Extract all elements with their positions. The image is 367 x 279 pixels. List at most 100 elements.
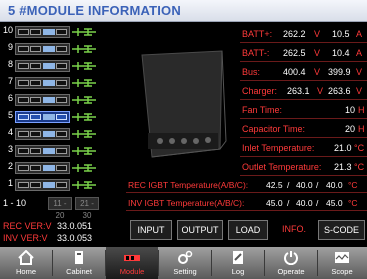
nav-operate[interactable]: Operate bbox=[265, 247, 317, 279]
module-number: 1 bbox=[7, 178, 13, 188]
capacitor-time-label: Capacitor Time: bbox=[242, 124, 306, 134]
scode-button[interactable]: S-CODE bbox=[318, 220, 365, 240]
charger-voltage-2-unit: V bbox=[356, 86, 363, 96]
nav-module[interactable]: Module bbox=[106, 247, 158, 279]
inv-igbt-unit: °C bbox=[348, 198, 358, 208]
pager-button-11-20[interactable]: 11 - 20 bbox=[48, 197, 72, 220]
nav-operate-label: Operate bbox=[277, 267, 305, 276]
charger-label: Charger: bbox=[242, 86, 278, 96]
connection-icon bbox=[72, 45, 96, 53]
batt-pos-current-unit: A bbox=[356, 29, 363, 39]
batt-neg-voltage: 262.5 bbox=[283, 48, 306, 58]
module-number: 7 bbox=[7, 76, 13, 86]
capacitor-time-value: 20 bbox=[345, 124, 356, 134]
batt-pos-row: BATT+: 262.2 V 10.5 A bbox=[240, 25, 367, 43]
nav-log[interactable]: Log bbox=[212, 247, 264, 279]
module-number: 8 bbox=[7, 59, 13, 69]
nav-log-label: Log bbox=[231, 267, 245, 276]
inv-igbt-a: 45.0 bbox=[266, 198, 283, 208]
fan-time-label: Fan Time: bbox=[242, 105, 283, 115]
inv-igbt-sep-1: / bbox=[287, 198, 290, 208]
nav-module-label: Module bbox=[119, 267, 145, 276]
module-number: 4 bbox=[7, 127, 13, 137]
outlet-temperature-value: 21.3 bbox=[334, 162, 352, 172]
nav-scope[interactable]: Scope bbox=[316, 247, 367, 279]
batt-neg-row: BATT-: 262.5 V 10.4 A bbox=[240, 44, 367, 62]
nav-scope-label: Scope bbox=[331, 267, 353, 276]
module-row[interactable]: 9 bbox=[0, 42, 102, 56]
home-icon bbox=[18, 250, 34, 265]
capacitor-time-row: Capacitor Time: 20 H bbox=[240, 120, 367, 138]
module-row-selected[interactable]: 5 bbox=[0, 110, 102, 124]
rec-igbt-sep-1: / bbox=[287, 180, 290, 190]
bus-voltage-2-unit: V bbox=[356, 67, 363, 77]
inlet-temperature-value: 21.0 bbox=[334, 143, 352, 153]
charger-voltage-2: 263.6 bbox=[328, 86, 351, 96]
module-icon bbox=[15, 94, 70, 106]
nav-setting-label: Setting bbox=[173, 267, 197, 276]
connection-icon bbox=[72, 130, 96, 138]
inlet-temperature-label: Inlet Temperature: bbox=[242, 143, 315, 153]
inv-igbt-label: INV IGBT Temperature(A/B/C): bbox=[128, 198, 245, 208]
nav-home[interactable]: Home bbox=[0, 247, 52, 279]
rec-igbt-row: REC IGBT Temperature(A/B/C): 42.5 / 40.0… bbox=[126, 176, 367, 193]
module-row[interactable]: 2 bbox=[0, 161, 102, 175]
inv-igbt-row: INV IGBT Temperature(A/B/C): 45.0 / 40.0… bbox=[126, 194, 367, 211]
module-row[interactable]: 7 bbox=[0, 76, 102, 90]
input-button[interactable]: INPUT bbox=[130, 220, 172, 240]
connection-icon bbox=[72, 113, 96, 121]
nav-cabinet[interactable]: Cabinet bbox=[53, 247, 105, 279]
module-row[interactable]: 8 bbox=[0, 59, 102, 73]
charger-row: Charger: 263.1 V 263.6 V bbox=[240, 82, 367, 100]
inv-igbt-c: 45.0 bbox=[326, 198, 343, 208]
module-icon bbox=[15, 111, 70, 123]
batt-neg-current-unit: A bbox=[356, 48, 363, 58]
module-list: 10 9 8 7 6 5 4 3 2 1 bbox=[0, 25, 102, 196]
outlet-temperature-row: Outlet Temperature: 21.3 °C bbox=[240, 158, 367, 176]
info-button[interactable]: INFO. bbox=[274, 220, 314, 240]
rec-igbt-sep-2: / bbox=[316, 180, 319, 190]
inlet-temperature-row: Inlet Temperature: 21.0 °C bbox=[240, 139, 367, 157]
module-icon bbox=[15, 145, 70, 157]
cabinet-icon bbox=[75, 251, 83, 264]
load-button[interactable]: LOAD bbox=[228, 220, 268, 240]
nav-cabinet-label: Cabinet bbox=[66, 267, 92, 276]
module-row[interactable]: 4 bbox=[0, 127, 102, 141]
batt-neg-voltage-unit: V bbox=[314, 48, 321, 58]
pager-button-21-30[interactable]: 21 - 30 bbox=[75, 197, 99, 220]
module-number: 6 bbox=[7, 93, 13, 103]
pager-current: 1 - 10 bbox=[3, 198, 27, 208]
module-icon bbox=[124, 255, 140, 261]
connection-icon bbox=[72, 62, 96, 70]
title-bar: 5 #MODULE INFORMATION bbox=[0, 0, 367, 22]
module-picture bbox=[141, 50, 227, 158]
batt-pos-voltage: 262.2 bbox=[283, 29, 306, 39]
batt-pos-voltage-unit: V bbox=[314, 29, 321, 39]
inv-version-label: INV VER:V bbox=[3, 233, 48, 243]
module-number: 10 bbox=[3, 25, 14, 35]
module-row[interactable]: 3 bbox=[0, 144, 102, 158]
output-button[interactable]: OUTPUT bbox=[177, 220, 223, 240]
module-row[interactable]: 6 bbox=[0, 93, 102, 107]
module-icon bbox=[15, 128, 70, 140]
power-icon bbox=[284, 251, 298, 265]
inv-igbt-sep-2: / bbox=[316, 198, 319, 208]
module-pager: 1 - 10 11 - 20 21 - 30 bbox=[0, 197, 102, 220]
nav-home-label: Home bbox=[15, 267, 36, 276]
module-number: 9 bbox=[7, 42, 13, 52]
charger-voltage-1: 263.1 bbox=[287, 86, 310, 96]
rec-version-value: 33.0.051 bbox=[57, 221, 93, 231]
connection-icon bbox=[72, 147, 96, 155]
connection-icon bbox=[72, 79, 96, 87]
connection-icon bbox=[72, 181, 96, 189]
module-row[interactable]: 10 bbox=[0, 25, 102, 39]
rec-igbt-label: REC IGBT Temperature(A/B/C): bbox=[128, 180, 249, 190]
module-icon bbox=[15, 26, 70, 38]
nav-setting[interactable]: Setting bbox=[159, 247, 211, 279]
module-row[interactable]: 1 bbox=[0, 178, 102, 192]
batt-pos-label: BATT+: bbox=[242, 29, 273, 39]
bus-voltage-1-unit: V bbox=[314, 67, 321, 77]
fan-time-row: Fan Time: 10 H bbox=[240, 101, 367, 119]
rec-igbt-b: 40.0 bbox=[296, 180, 313, 190]
rec-version: REC VER:V 33.0.051 bbox=[3, 221, 92, 231]
